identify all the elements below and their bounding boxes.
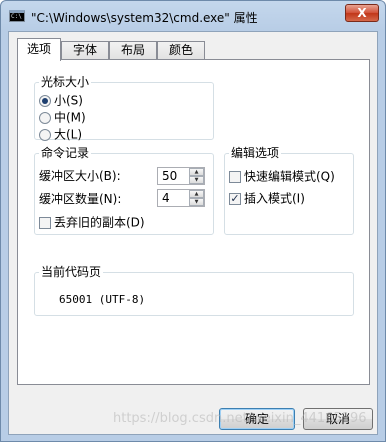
buffer-size-label: 缓冲区大小(B): — [39, 169, 121, 183]
code-page-title: 当前代码页 — [39, 265, 104, 279]
cursor-size-medium-radio[interactable]: 中(M) — [39, 110, 86, 125]
insert-mode-checkbox[interactable]: ✓ 插入模式(I) — [229, 191, 305, 206]
ok-button[interactable]: 确定 — [219, 408, 295, 430]
quick-edit-checkbox[interactable]: 快速编辑模式(Q) — [229, 169, 335, 184]
title-bar[interactable]: C:\ "C:\Windows\system32\cmd.exe" 属性 X — [1, 1, 385, 31]
buffer-count-label: 缓冲区数量(N): — [39, 192, 122, 206]
window-title: "C:\Windows\system32\cmd.exe" 属性 — [31, 11, 258, 25]
code-page-value: 65001 (UTF-8) — [59, 293, 146, 306]
spin-down-icon[interactable]: ▼ — [189, 176, 204, 184]
cmd-app-icon: C:\ — [9, 10, 25, 22]
spin-up-icon[interactable]: ▲ — [189, 190, 204, 198]
cursor-size-large-radio[interactable]: 大(L) — [39, 127, 82, 142]
buffer-size-spin-buttons: ▲ ▼ — [189, 168, 204, 184]
buffer-size-value: 50 — [162, 169, 178, 183]
code-page-group: 当前代码页 65001 (UTF-8) — [34, 265, 354, 316]
checkbox-unchecked-icon — [39, 216, 51, 229]
cursor-size-title: 光标大小 — [39, 75, 92, 89]
spin-up-icon[interactable]: ▲ — [189, 168, 204, 176]
command-history-title: 命令记录 — [39, 146, 92, 160]
radio-unselected-icon — [39, 128, 51, 141]
checkbox-checked-icon: ✓ — [229, 191, 241, 205]
edit-options-title: 编辑选项 — [229, 146, 282, 160]
cursor-size-group: 光标大小 小(S) 中(M) 大(L) — [34, 75, 214, 142]
buffer-count-value: 4 — [162, 191, 170, 205]
edit-options-group: 编辑选项 快速编辑模式(Q) ✓ 插入模式(I) — [224, 146, 354, 235]
buffer-count-stepper[interactable]: 4 ▲ ▼ — [157, 189, 205, 207]
cursor-size-large-label: 大(L) — [54, 127, 83, 142]
checkbox-unchecked-icon — [229, 170, 241, 183]
cursor-size-small-label: 小(S) — [54, 93, 83, 108]
buffer-count-spin-buttons: ▲ ▼ — [189, 190, 204, 206]
cancel-button[interactable]: 取消 — [303, 408, 373, 430]
tab-font[interactable]: 字体 — [61, 41, 109, 60]
discard-old-duplicates-label: 丢弃旧的副本(D) — [54, 215, 145, 230]
radio-unselected-icon — [39, 111, 51, 124]
command-history-group: 命令记录 缓冲区大小(B): 50 ▲ ▼ 缓冲区数量(N): 4 ▲ ▼ 丢弃… — [34, 146, 214, 235]
cursor-size-medium-label: 中(M) — [54, 110, 86, 125]
close-button[interactable]: X — [345, 4, 379, 22]
cursor-size-small-radio[interactable]: 小(S) — [39, 93, 83, 108]
dialog-client: 选项 字体 布局 颜色 光标大小 小(S) 中(M) 大(L) 命令记录 缓冲区… — [8, 31, 378, 435]
tab-layout[interactable]: 布局 — [109, 41, 157, 60]
spin-down-icon[interactable]: ▼ — [189, 198, 204, 206]
buffer-size-stepper[interactable]: 50 ▲ ▼ — [157, 167, 205, 185]
insert-mode-label: 插入模式(I) — [244, 191, 305, 206]
tab-options[interactable]: 选项 — [17, 38, 61, 61]
discard-old-duplicates-checkbox[interactable]: 丢弃旧的副本(D) — [39, 215, 145, 230]
tab-colors[interactable]: 颜色 — [157, 41, 205, 60]
radio-selected-icon — [39, 94, 51, 107]
quick-edit-label: 快速编辑模式(Q) — [244, 169, 335, 184]
options-panel: 光标大小 小(S) 中(M) 大(L) 命令记录 缓冲区大小(B): 50 ▲ … — [17, 59, 370, 385]
properties-window: C:\ "C:\Windows\system32\cmd.exe" 属性 X 选… — [0, 0, 386, 442]
